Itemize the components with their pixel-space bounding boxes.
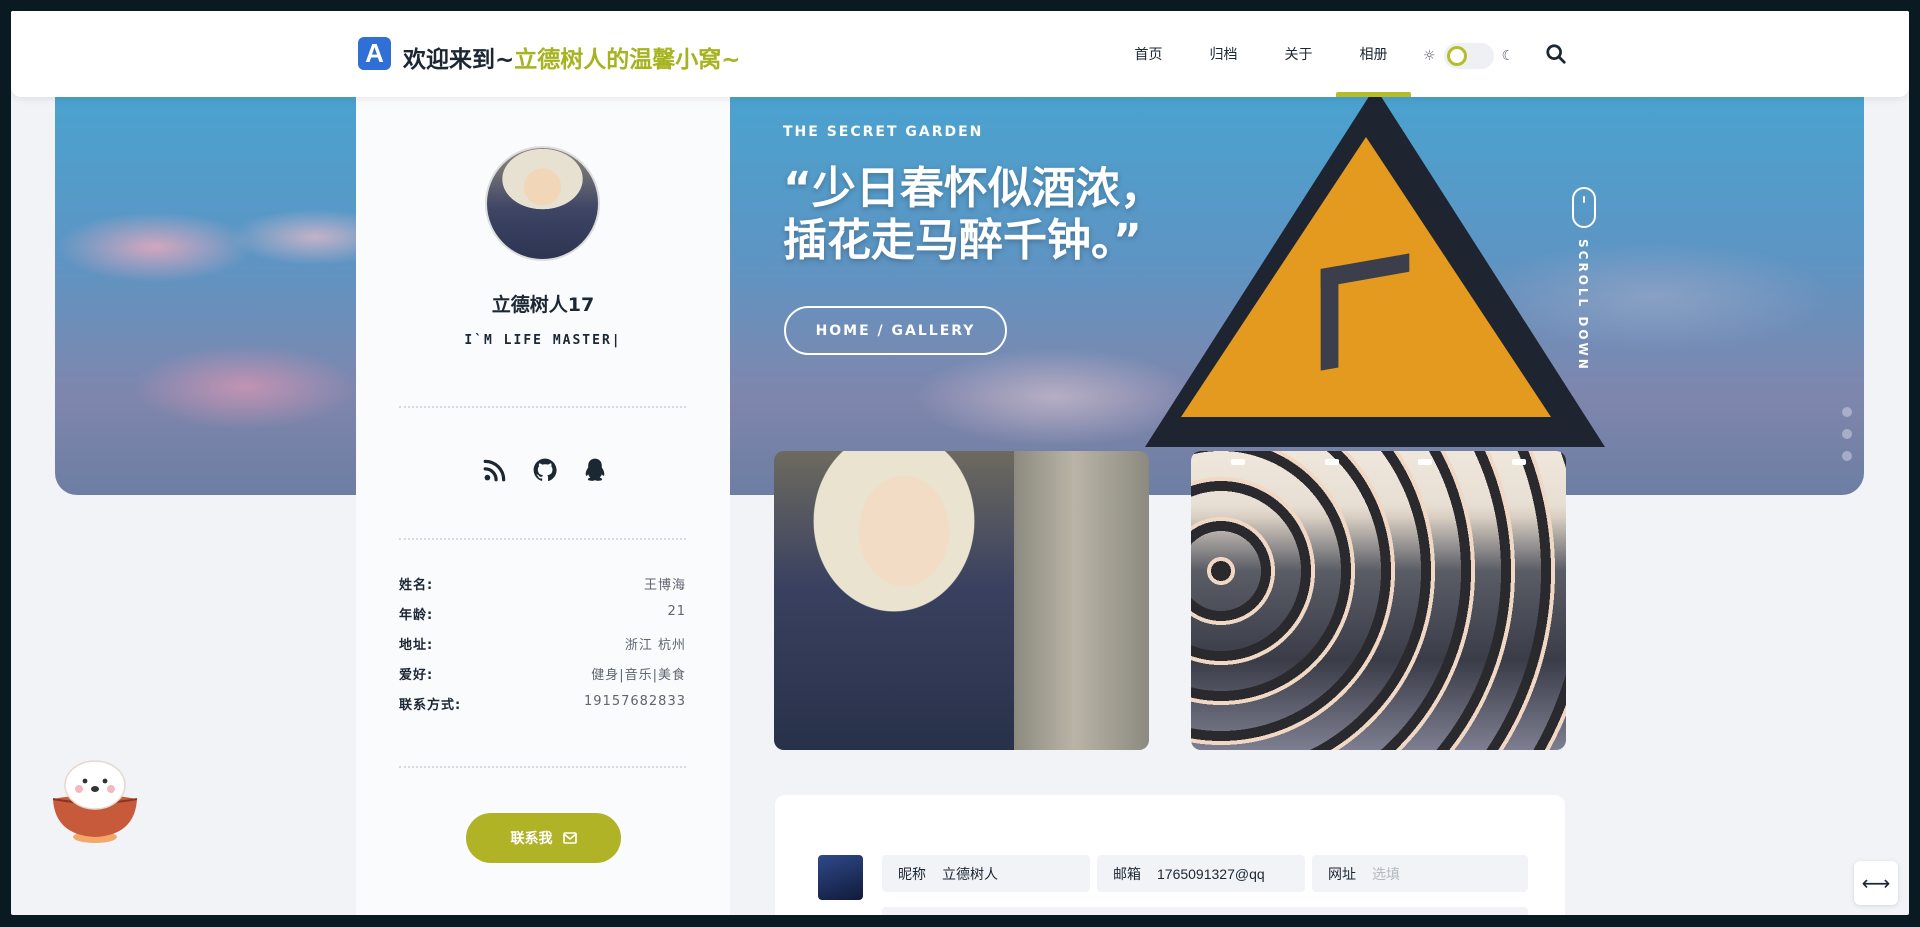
website-label: 网址 [1328, 865, 1356, 882]
social-links [482, 457, 608, 483]
mascot-dog-icon[interactable] [49, 749, 141, 849]
scroll-down-text[interactable]: SCROLL DOWN [1576, 239, 1590, 372]
nav-archive[interactable]: 归档 [1186, 11, 1261, 97]
commenter-avatar [818, 855, 863, 900]
expand-horizontal-icon[interactable]: ⟷ [1854, 861, 1898, 905]
theme-toggle[interactable]: ☼ ☾ [1423, 43, 1514, 69]
top-header: A 欢迎来到~立德树人的温馨小窝~ 首页 归档 关于 相册 ☼ ☾ [11, 11, 1909, 97]
nav-about[interactable]: 关于 [1261, 11, 1336, 97]
profile-motto: I`M LIFE MASTER| [464, 333, 622, 348]
hero-quote: “少日春怀似酒浓， 插花走马醉千钟。” [783, 163, 1164, 267]
info-row-age: 年龄: 21 [399, 604, 686, 623]
info-row-address: 地址: 浙江 杭州 [399, 638, 686, 653]
group-photo[interactable] [1191, 451, 1566, 750]
website-placeholder[interactable]: 选填 [1372, 864, 1400, 884]
hero-quote-line2: 插花走马醉千钟。” [783, 215, 1142, 266]
github-icon[interactable] [532, 457, 558, 483]
breadcrumb-button[interactable]: HOME / GALLERY [784, 306, 1007, 355]
ceiling-lights [1191, 459, 1566, 469]
nav-gallery[interactable]: 相册 [1336, 11, 1411, 97]
qq-icon[interactable] [582, 457, 608, 483]
info-row-name: 姓名: 王博海 [399, 578, 686, 593]
hero-kicker: THE SECRET GARDEN [783, 124, 984, 140]
email-label: 邮箱 [1113, 865, 1141, 882]
site-title-prefix: 欢迎来到~ [403, 47, 515, 73]
theme-switch[interactable] [1443, 43, 1494, 69]
page-frame: THE SECRET GARDEN “少日春怀似酒浓， 插花走马醉千钟。” HO… [11, 11, 1909, 915]
profile-panel: 立德树人17 I`M LIFE MASTER| 姓名: 王博海 年龄: 21 地址:… [356, 97, 730, 915]
search-icon[interactable] [1545, 43, 1567, 65]
rss-icon[interactable] [482, 457, 508, 483]
profile-info: 姓名: 王博海 年龄: 21 地址: 浙江 杭州 爱好: 健身|音乐|美食 联系方式: 1… [399, 574, 686, 724]
hero-dots [1842, 407, 1852, 461]
nickname-value[interactable]: 立德树人 [942, 864, 998, 884]
hero-banner: THE SECRET GARDEN “少日春怀似酒浓， 插花走马醉千钟。” HO… [55, 97, 1864, 495]
divider [399, 406, 686, 408]
portrait-photo[interactable] [774, 451, 1149, 750]
comment-form: 昵称 立德树人 邮箱 1765091327@qq 网址 选填 [775, 795, 1565, 915]
contact-button-label: 联系我 [510, 831, 553, 847]
nav-home[interactable]: 首页 [1111, 11, 1186, 97]
profile-avatar [485, 146, 600, 261]
site-title-highlight: 立德树人的温馨小窝~ [514, 47, 741, 73]
sun-icon: ☼ [1423, 48, 1436, 64]
info-row-contact: 联系方式: 19157682833 [399, 694, 686, 713]
nickname-field[interactable]: 昵称 立德树人 [882, 855, 1090, 892]
info-row-hobbies: 爱好: 健身|音乐|美食 [399, 668, 686, 683]
main-nav: 首页 归档 关于 相册 [1111, 11, 1411, 97]
profile-name: 立德树人17 [491, 294, 595, 316]
site-logo[interactable]: A [358, 37, 391, 70]
comment-textarea[interactable] [882, 907, 1528, 915]
nickname-label: 昵称 [898, 865, 926, 882]
divider [399, 538, 686, 540]
email-value[interactable]: 1765091327@qq [1157, 866, 1265, 882]
email-field[interactable]: 邮箱 1765091327@qq [1097, 855, 1305, 892]
contact-button[interactable]: 联系我 [466, 813, 621, 863]
website-field[interactable]: 网址 选填 [1312, 855, 1528, 892]
hero-quote-line1: “少日春怀似酒浓， [783, 163, 1164, 214]
mouse-icon[interactable] [1572, 187, 1596, 228]
site-title[interactable]: 欢迎来到~立德树人的温馨小窝~ [403, 40, 741, 74]
divider [399, 766, 686, 768]
mail-icon [562, 832, 577, 844]
warning-sign-arrow [1320, 253, 1410, 371]
moon-icon: ☾ [1501, 48, 1515, 64]
